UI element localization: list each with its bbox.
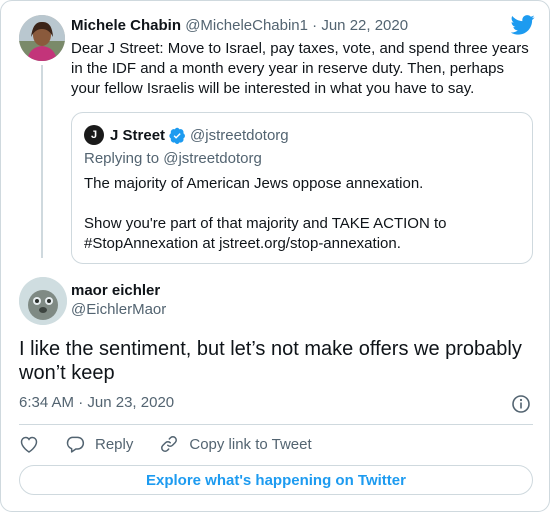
- like-button[interactable]: [19, 434, 39, 454]
- reply-time: 6:34 AM: [19, 394, 75, 411]
- embedded-tweet-card: Michele Chabin @MicheleChabin1 · Jun 22,…: [0, 0, 550, 512]
- reply-timestamp[interactable]: 6:34 AM · Jun 23, 2020: [19, 394, 174, 411]
- header-separator: ·: [312, 17, 318, 34]
- reply-icon: [66, 436, 85, 453]
- thread-connector-line: [41, 65, 43, 258]
- quoted-tweet[interactable]: J J Street @jstreetdotorg Replying to @j…: [71, 112, 533, 264]
- tweet-actions: Reply Copy link to Tweet: [19, 433, 338, 455]
- reply-author-avatar[interactable]: [19, 277, 67, 325]
- link-icon: [161, 436, 178, 452]
- parent-author-avatar[interactable]: [19, 15, 65, 61]
- timestamp-separator: ·: [78, 394, 84, 411]
- quoted-tweet-text-line2: Show you're part of that majority and TA…: [84, 215, 447, 252]
- quoted-tweet-header: J Street @jstreetdotorg: [110, 127, 289, 144]
- quoted-author-name: J Street: [110, 127, 166, 144]
- reply-button[interactable]: Reply: [65, 434, 133, 454]
- copy-link-label: Copy link to Tweet: [189, 435, 312, 453]
- parent-author-handle[interactable]: @MicheleChabin1: [185, 17, 308, 34]
- reply-author-handle[interactable]: @EichlerMaor: [71, 301, 166, 318]
- reply-label: Reply: [95, 435, 134, 453]
- divider: [19, 424, 533, 425]
- quoted-replying-to: Replying to @jstreetdotorg: [84, 150, 262, 167]
- twitter-bird-icon[interactable]: [510, 15, 535, 35]
- reply-author-name[interactable]: maor eichler: [71, 282, 166, 299]
- explore-twitter-button[interactable]: Explore what's happening on Twitter: [19, 465, 533, 495]
- quoted-tweet-text-line1: The majority of American Jews oppose ann…: [84, 175, 424, 192]
- heart-icon: [20, 436, 38, 453]
- reply-date: Jun 23, 2020: [87, 394, 175, 411]
- quoted-author-handle: @jstreetdotorg: [190, 127, 289, 144]
- parent-author-name[interactable]: Michele Chabin: [71, 17, 181, 34]
- reply-tweet-header: maor eichler @EichlerMaor: [71, 282, 166, 318]
- parent-tweet-text: Dear J Street: Move to Israel, pay taxes…: [71, 40, 529, 97]
- copy-link-button[interactable]: Copy link to Tweet: [159, 434, 312, 454]
- info-icon[interactable]: [511, 394, 531, 414]
- parent-tweet-date[interactable]: Jun 22, 2020: [321, 17, 408, 34]
- verified-badge-icon: [169, 127, 186, 144]
- quoted-author-avatar: J: [84, 125, 104, 145]
- parent-tweet-header: Michele Chabin @MicheleChabin1 · Jun 22,…: [71, 17, 408, 34]
- reply-tweet-text: I like the sentiment, but let’s not make…: [19, 338, 522, 384]
